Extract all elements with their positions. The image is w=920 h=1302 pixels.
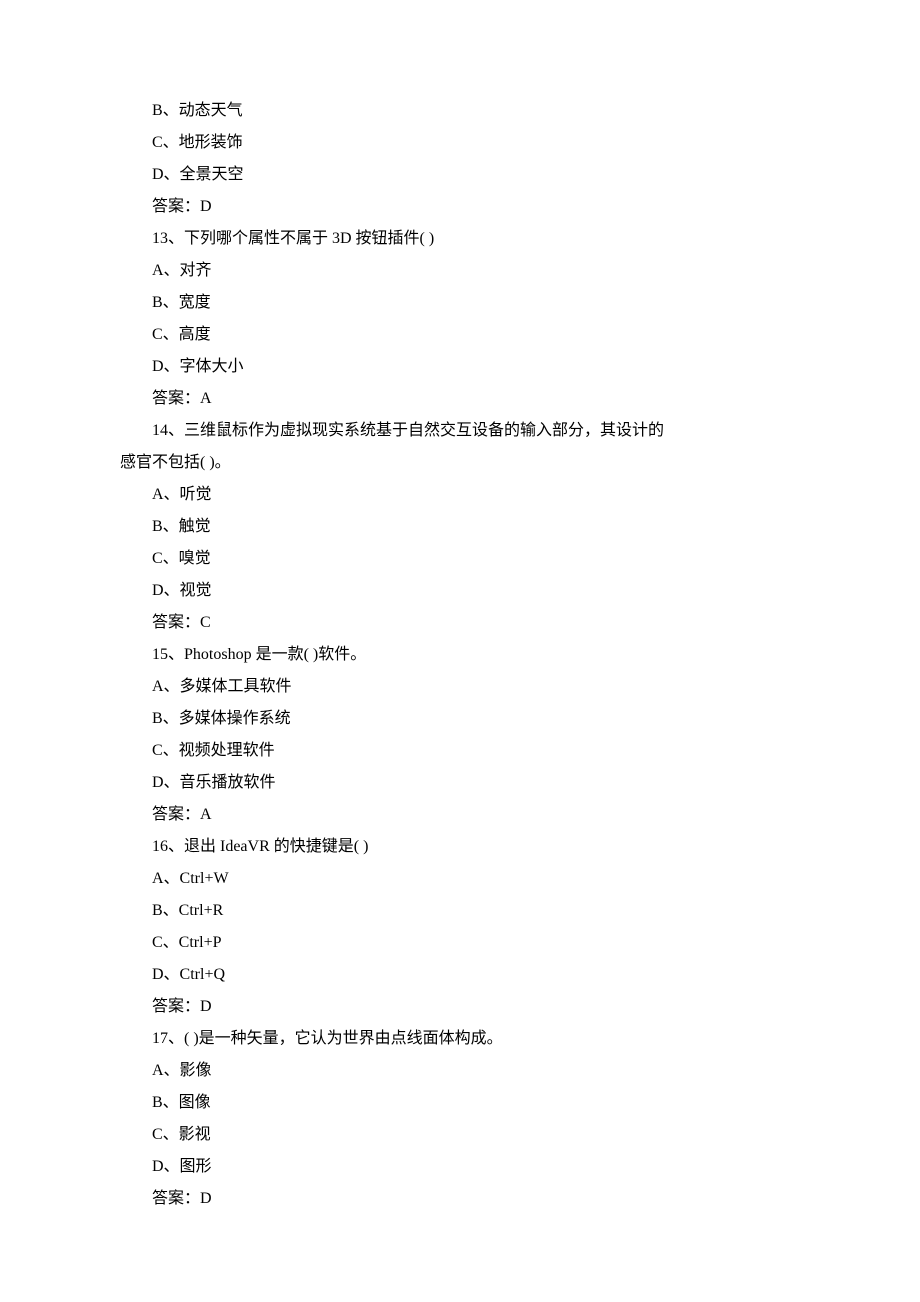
- text-line: D、字体大小: [120, 351, 800, 383]
- text-line: 答案：C: [120, 607, 800, 639]
- text-line: C、地形装饰: [120, 127, 800, 159]
- text-line: B、宽度: [120, 287, 800, 319]
- text-line: 答案：A: [120, 383, 800, 415]
- text-line: C、视频处理软件: [120, 735, 800, 767]
- text-line: C、影视: [120, 1119, 800, 1151]
- text-line: D、图形: [120, 1151, 800, 1183]
- text-line: A、对齐: [120, 255, 800, 287]
- text-line: C、嗅觉: [120, 543, 800, 575]
- text-line: 16、退出 IdeaVR 的快捷键是( ): [120, 831, 800, 863]
- text-line: B、动态天气: [120, 95, 800, 127]
- text-line: 答案：D: [120, 991, 800, 1023]
- text-line: A、听觉: [120, 479, 800, 511]
- text-line: B、多媒体操作系统: [120, 703, 800, 735]
- document-page: B、动态天气C、地形装饰D、全景天空答案：D13、下列哪个属性不属于 3D 按钮…: [0, 0, 920, 1302]
- text-line: 13、下列哪个属性不属于 3D 按钮插件( ): [120, 223, 800, 255]
- text-line: D、Ctrl+Q: [120, 959, 800, 991]
- text-line: A、影像: [120, 1055, 800, 1087]
- text-line: D、全景天空: [120, 159, 800, 191]
- text-line: B、图像: [120, 1087, 800, 1119]
- text-line: 答案：A: [120, 799, 800, 831]
- text-line: 答案：D: [120, 1183, 800, 1215]
- text-line: 17、( )是一种矢量，它认为世界由点线面体构成。: [120, 1023, 800, 1055]
- text-line: A、多媒体工具软件: [120, 671, 800, 703]
- text-line: C、高度: [120, 319, 800, 351]
- text-line: 15、Photoshop 是一款( )软件。: [120, 639, 800, 671]
- text-line: 14、三维鼠标作为虚拟现实系统基于自然交互设备的输入部分，其设计的: [120, 415, 800, 447]
- text-line: A、Ctrl+W: [120, 863, 800, 895]
- text-line: D、音乐播放软件: [120, 767, 800, 799]
- text-line: 答案：D: [120, 191, 800, 223]
- text-line: C、Ctrl+P: [120, 927, 800, 959]
- text-line: 感官不包括( )。: [120, 447, 800, 479]
- text-line: B、Ctrl+R: [120, 895, 800, 927]
- text-line: B、触觉: [120, 511, 800, 543]
- text-line: D、视觉: [120, 575, 800, 607]
